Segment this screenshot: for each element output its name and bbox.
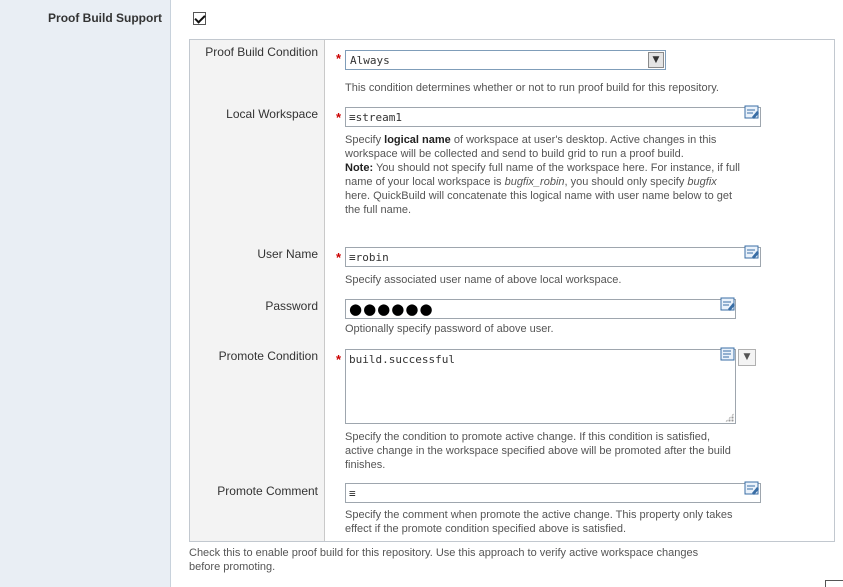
promote-condition-label: Promote Condition <box>218 349 318 363</box>
local-workspace-value: stream1 <box>355 111 402 124</box>
required-marker: * <box>336 250 342 265</box>
proof-build-condition-label: Proof Build Condition <box>205 45 318 59</box>
chevron-down-icon[interactable]: ▼ <box>648 52 664 68</box>
local-workspace-label: Local Workspace <box>226 107 318 121</box>
edit-variable-icon[interactable] <box>744 245 760 260</box>
promote-condition-value: build.successful <box>349 353 455 366</box>
password-value: ●●●●●● <box>349 300 434 318</box>
required-marker: * <box>336 51 342 66</box>
required-marker: * <box>336 352 342 367</box>
variable-marker: ≡ <box>349 111 356 124</box>
edit-expression-icon[interactable] <box>720 347 736 362</box>
user-name-input[interactable]: ≡robin <box>345 247 761 267</box>
proof-build-condition-select[interactable]: Always ▼ <box>345 50 666 70</box>
password-label: Password <box>265 299 318 313</box>
proof-build-condition-value: Always <box>350 54 390 67</box>
corner-divider <box>825 580 843 581</box>
proof-build-support-label: Proof Build Support <box>48 11 162 25</box>
edit-variable-icon[interactable] <box>744 105 760 120</box>
required-marker: * <box>336 110 342 125</box>
proof-build-condition-help: This condition determines whether or not… <box>345 82 719 94</box>
promote-comment-input[interactable]: ≡ <box>345 483 761 503</box>
password-input[interactable]: ●●●●●● <box>345 299 736 319</box>
variable-marker: ≡ <box>349 487 356 500</box>
password-help: Optionally specify password of above use… <box>345 323 554 335</box>
edit-variable-icon[interactable] <box>720 297 736 312</box>
promote-condition-textarea[interactable]: build.successful <box>345 349 736 424</box>
variable-marker: ≡ <box>349 251 356 264</box>
local-workspace-help: Specify logical name of workspace at use… <box>345 134 740 216</box>
proof-build-settings-panel: Proof Build Condition * Always ▼ This co… <box>189 39 835 542</box>
user-name-help: Specify associated user name of above lo… <box>345 274 622 286</box>
user-name-label: User Name <box>257 247 318 261</box>
chevron-down-icon[interactable]: ▼ <box>738 349 756 366</box>
proof-build-support-checkbox[interactable] <box>193 12 206 25</box>
promote-condition-help: Specify the condition to promote active … <box>345 431 731 471</box>
left-label-column: Proof Build Support <box>0 0 171 587</box>
corner-divider <box>825 580 826 587</box>
local-workspace-input[interactable]: ≡stream1 <box>345 107 761 127</box>
promote-comment-label: Promote Comment <box>217 484 318 498</box>
edit-variable-icon[interactable] <box>744 481 760 496</box>
resize-grip-icon[interactable] <box>725 413 734 422</box>
user-name-value: robin <box>355 251 389 264</box>
proof-build-support-help: Check this to enable proof build for thi… <box>189 547 699 573</box>
promote-comment-help: Specify the comment when promote the act… <box>345 509 733 535</box>
